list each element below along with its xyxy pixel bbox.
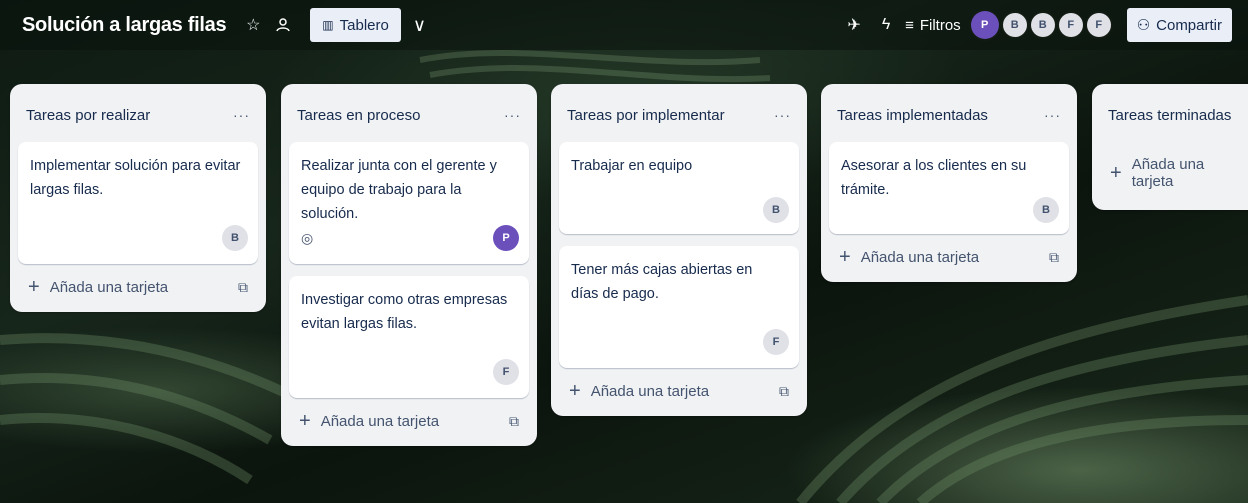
- lightning-icon[interactable]: ϟ: [873, 12, 899, 38]
- list-menu-icon[interactable]: ···: [774, 107, 791, 123]
- filter-icon: ≡: [905, 16, 914, 34]
- list-header: Tareas terminadas: [1100, 96, 1240, 134]
- list-column: Tareas implementadas ··· Asesorar a los …: [821, 84, 1077, 282]
- list-menu-icon[interactable]: ···: [504, 107, 521, 123]
- member-avatar[interactable]: F: [1058, 13, 1083, 37]
- board-view-label: Tablero: [339, 16, 389, 34]
- list-column: Tareas por realizar ··· Implementar solu…: [10, 84, 266, 312]
- list-column: Tareas terminadas + Añada una tarjeta: [1092, 84, 1248, 210]
- star-icon[interactable]: ☆: [240, 12, 266, 38]
- header-actions: ✈ ϟ ≡ Filtros P B B F F ⚇ Compartir: [841, 8, 1232, 42]
- card-template-icon[interactable]: ⧉: [238, 279, 248, 296]
- list-title[interactable]: Tareas implementadas: [837, 107, 988, 124]
- card-title: Asesorar a los clientes en su trámite.: [841, 158, 1027, 198]
- list-header: Tareas implementadas ···: [829, 96, 1069, 134]
- share-label: Compartir: [1156, 16, 1222, 34]
- member-avatar[interactable]: B: [1002, 13, 1027, 37]
- board-view-button[interactable]: ▥ Tablero: [310, 8, 401, 42]
- card-template-icon[interactable]: ⧉: [779, 383, 789, 400]
- card[interactable]: Trabajar en equipo B: [559, 142, 799, 234]
- card-title: Realizar junta con el gerente y equipo d…: [301, 158, 497, 222]
- card[interactable]: Implementar solución para evitar largas …: [18, 142, 258, 264]
- add-card-button[interactable]: + Añada una tarjeta ⧉: [559, 368, 799, 406]
- card-member-avatar[interactable]: F: [493, 359, 519, 385]
- board-icon: ▥: [322, 18, 334, 32]
- card-template-icon[interactable]: ⧉: [509, 413, 519, 430]
- add-card-label: Añada una tarjeta: [590, 382, 710, 400]
- card-template-icon[interactable]: ⧉: [1049, 249, 1059, 266]
- member-avatar[interactable]: B: [1030, 13, 1055, 37]
- card-member-avatar[interactable]: P: [493, 225, 519, 251]
- add-card-button[interactable]: + Añada una tarjeta ⧉: [289, 398, 529, 436]
- card-member-avatar[interactable]: B: [1033, 197, 1059, 223]
- list-title[interactable]: Tareas por realizar: [26, 107, 150, 124]
- add-card-label: Añada una tarjeta: [860, 248, 980, 266]
- list-menu-icon[interactable]: ···: [233, 107, 250, 123]
- plus-icon: +: [28, 276, 40, 298]
- list-header: Tareas por realizar ···: [18, 96, 258, 134]
- board-header: Solución a largas filas ☆ ▥ Tablero ∨ ✈ …: [0, 0, 1248, 50]
- card[interactable]: Investigar como otras empresas evitan la…: [289, 276, 529, 398]
- plus-icon: +: [1110, 162, 1122, 184]
- card[interactable]: Tener más cajas abiertas en días de pago…: [559, 246, 799, 368]
- card-member-avatar[interactable]: B: [222, 225, 248, 251]
- add-card-label: Añada una tarjeta: [1131, 156, 1205, 190]
- card[interactable]: Asesorar a los clientes en su trámite. B: [829, 142, 1069, 234]
- plus-icon: +: [839, 246, 851, 268]
- card[interactable]: Realizar junta con el gerente y equipo d…: [289, 142, 529, 264]
- add-card-button[interactable]: + Añada una tarjeta ⧉: [18, 264, 258, 302]
- list-column: Tareas en proceso ··· Realizar junta con…: [281, 84, 537, 446]
- list-title[interactable]: Tareas en proceso: [297, 107, 420, 124]
- board-title[interactable]: Solución a largas filas: [22, 14, 227, 37]
- plus-icon: +: [569, 380, 581, 402]
- chevron-down-icon[interactable]: ∨: [413, 15, 426, 36]
- filters-label: Filtros: [919, 16, 961, 34]
- card-title: Tener más cajas abiertas en días de pago…: [571, 262, 753, 302]
- card-title: Investigar como otras empresas evitan la…: [301, 292, 508, 332]
- list-title[interactable]: Tareas terminadas: [1108, 107, 1231, 124]
- add-card-button[interactable]: + Añada una tarjeta ⧉: [829, 234, 1069, 272]
- card-member-avatar[interactable]: F: [763, 329, 789, 355]
- card-title: Trabajar en equipo: [571, 158, 693, 174]
- add-card-button[interactable]: + Añada una tarjeta: [1100, 134, 1240, 196]
- list-column: Tareas por implementar ··· Trabajar en e…: [551, 84, 807, 416]
- member-avatar[interactable]: F: [1086, 13, 1111, 37]
- card-member-avatar[interactable]: B: [763, 197, 789, 223]
- list-header: Tareas por implementar ···: [559, 96, 799, 134]
- list-header: Tareas en proceso ···: [289, 96, 529, 134]
- visibility-icon[interactable]: [270, 12, 296, 38]
- add-person-icon: ⚇: [1136, 17, 1151, 34]
- plus-icon: +: [299, 410, 311, 432]
- list-menu-icon[interactable]: ···: [1044, 107, 1061, 123]
- filters-button[interactable]: ≡ Filtros: [905, 17, 961, 34]
- member-avatar[interactable]: P: [970, 11, 999, 39]
- list-title[interactable]: Tareas por implementar: [567, 107, 725, 124]
- card-title: Implementar solución para evitar largas …: [30, 158, 241, 198]
- add-card-label: Añada una tarjeta: [49, 278, 169, 296]
- rocket-icon[interactable]: ✈: [841, 12, 867, 38]
- watch-icon: ◎: [301, 229, 314, 246]
- share-button[interactable]: ⚇ Compartir: [1126, 8, 1232, 42]
- add-card-label: Añada una tarjeta: [320, 412, 440, 430]
